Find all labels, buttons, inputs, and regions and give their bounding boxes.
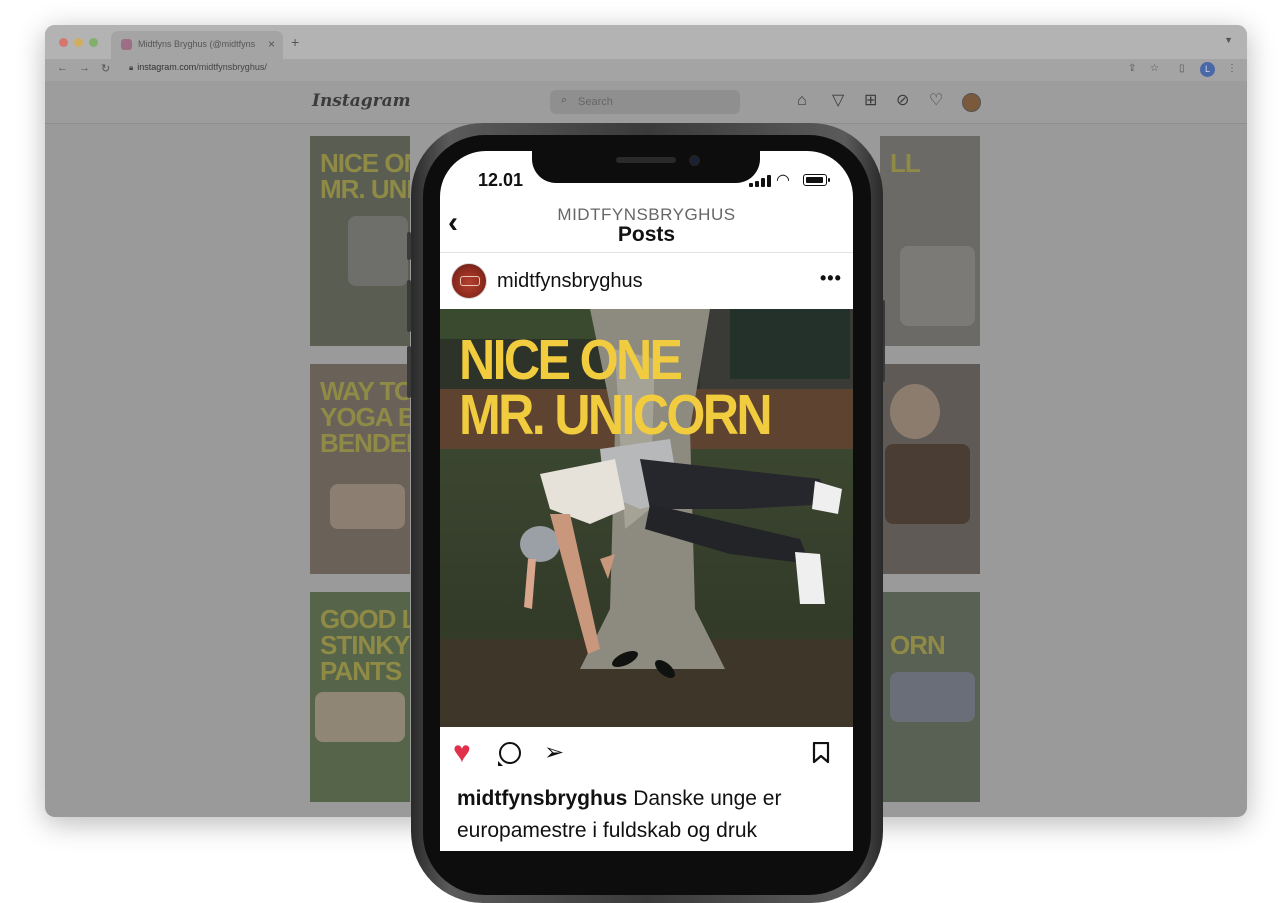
comment-icon[interactable] bbox=[498, 742, 521, 766]
reload-icon[interactable]: ↻ bbox=[101, 62, 110, 75]
instagram-avatar[interactable] bbox=[962, 93, 981, 112]
search-icon: ⌕ bbox=[561, 94, 568, 106]
post-username[interactable]: midtfynsbryghus bbox=[497, 270, 643, 293]
home-icon[interactable]: ⌂ bbox=[797, 92, 807, 110]
activity-heart-icon[interactable]: ♡ bbox=[929, 92, 943, 110]
send-icon[interactable]: ➢ bbox=[544, 739, 564, 767]
caption-username[interactable]: midtfynsbryghus bbox=[457, 787, 627, 810]
share-page-icon[interactable]: ⇪ bbox=[1128, 63, 1136, 74]
profile-avatar[interactable]: L bbox=[1200, 62, 1215, 77]
grid-post-tile[interactable] bbox=[880, 364, 980, 574]
heart-icon[interactable]: ♥ bbox=[453, 738, 471, 768]
grid-post-tile[interactable]: LL bbox=[880, 136, 980, 346]
grid-post-tile[interactable]: GOOD LO STINKY PANTS bbox=[310, 592, 410, 802]
tab-title: Midtfyns Bryghus (@midtfyns... bbox=[138, 39, 256, 49]
grid-post-tile[interactable]: WAY TO YOGA BE BENDER bbox=[310, 364, 410, 574]
tile-headline: LL bbox=[890, 148, 921, 178]
tile-headline: NICE ONE MR. UNI bbox=[320, 148, 410, 204]
status-time: 12.01 bbox=[478, 170, 524, 190]
instagram-search-input[interactable]: ⌕ Search bbox=[550, 90, 740, 114]
page-title: Posts bbox=[617, 223, 676, 246]
lock-icon: 🔒︎ bbox=[129, 63, 134, 72]
explore-icon[interactable]: ⊘ bbox=[896, 92, 909, 110]
bookmark-icon[interactable] bbox=[812, 742, 830, 764]
back-arrow-icon[interactable]: ← bbox=[57, 62, 68, 74]
browser-toolbar: ← → ↻ 🔒︎ instagram.com/midtfynsbryghus/ ⇪… bbox=[45, 59, 1247, 81]
more-options-icon[interactable]: ••• bbox=[820, 268, 842, 289]
grid-post-tile[interactable]: ORN bbox=[880, 592, 980, 802]
tab-list-chevron-icon[interactable]: ▼ bbox=[1224, 35, 1233, 45]
tab-close-icon[interactable]: × bbox=[268, 37, 275, 51]
tile-headline: GOOD LO STINKY PANTS bbox=[320, 604, 410, 686]
new-tab-button[interactable]: + bbox=[291, 34, 299, 50]
instagram-favicon-icon bbox=[121, 39, 132, 50]
url-path: /midtfynsbryghus/ bbox=[196, 62, 267, 72]
tab-bar: Midtfyns Bryghus (@midtfyns... × + ▼ bbox=[45, 25, 1247, 59]
cellular-signal-icon bbox=[749, 175, 771, 187]
browser-tab[interactable]: Midtfyns Bryghus (@midtfyns... × bbox=[111, 31, 283, 59]
wifi-icon: ◠ bbox=[776, 172, 790, 189]
grid-post-tile[interactable]: NICE ONE MR. UNI bbox=[310, 136, 410, 346]
tile-headline: ORN bbox=[890, 630, 946, 660]
post-headline: NICE ONE MR. UNICORN bbox=[459, 328, 773, 447]
tile-headline: WAY TO YOGA BE BENDER bbox=[320, 376, 410, 458]
maximize-window-button[interactable] bbox=[89, 38, 98, 47]
post-avatar[interactable] bbox=[451, 263, 487, 299]
bookmark-star-icon[interactable]: ☆ bbox=[1150, 63, 1159, 74]
instagram-logo[interactable]: Instagram bbox=[312, 91, 411, 111]
close-window-button[interactable] bbox=[59, 38, 68, 47]
search-placeholder: Search bbox=[578, 96, 613, 108]
minimize-window-button[interactable] bbox=[74, 38, 83, 47]
battery-icon bbox=[803, 174, 830, 186]
header-divider bbox=[440, 252, 853, 253]
messenger-icon[interactable]: ▽ bbox=[832, 92, 844, 110]
url-host: instagram.com bbox=[137, 62, 197, 72]
new-post-icon[interactable]: ⊞ bbox=[864, 92, 877, 110]
phone-speaker bbox=[616, 157, 676, 163]
kebab-menu-icon[interactable]: ⋮ bbox=[1227, 63, 1237, 74]
forward-arrow-icon[interactable]: → bbox=[79, 62, 90, 74]
post-caption: midtfynsbryghus Danske unge er europames… bbox=[457, 783, 837, 847]
instagram-header: Instagram ⌕ Search ⌂ ▽ ⊞ ⊘ ♡ bbox=[45, 81, 1247, 124]
address-bar[interactable]: 🔒︎ instagram.com/midtfynsbryghus/ bbox=[129, 62, 267, 73]
side-panel-icon[interactable]: ▯ bbox=[1179, 63, 1185, 74]
header-username: MIDTFYNSBRYGHUS bbox=[557, 205, 736, 224]
front-camera-icon bbox=[689, 155, 700, 166]
